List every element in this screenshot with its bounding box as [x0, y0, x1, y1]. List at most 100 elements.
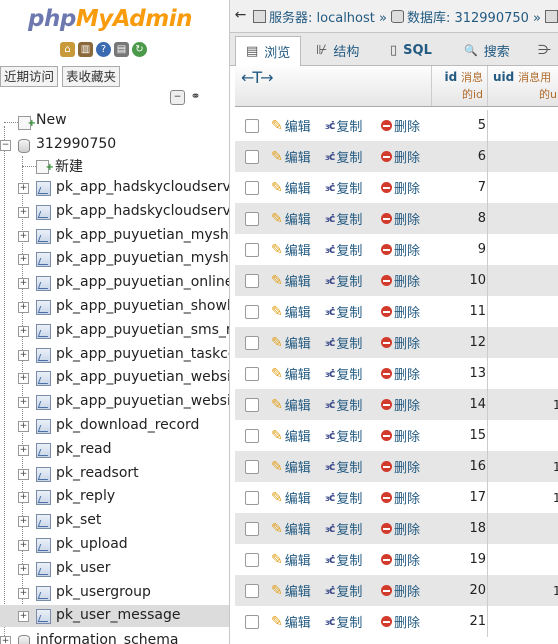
expand-icon[interactable]: +	[18, 278, 29, 290]
row-checkbox[interactable]	[245, 211, 259, 226]
row-checkbox[interactable]	[245, 552, 259, 567]
back-arrow-icon[interactable]: ←	[232, 5, 249, 27]
row-checkbox[interactable]	[245, 459, 259, 474]
copy-link[interactable]: ₃ċ 复制	[325, 333, 362, 352]
uid-column-header[interactable]: uid 消息用 的u	[493, 69, 557, 103]
tree-item-table[interactable]: + pk_user_message	[0, 605, 229, 628]
breadcrumb-database[interactable]: 数据库: 312990750 »	[390, 7, 541, 26]
edit-link[interactable]: ✎ 编辑	[271, 178, 311, 198]
copy-link[interactable]: ₃ċ 复制	[325, 271, 362, 290]
delete-link[interactable]: 删除	[381, 302, 420, 321]
tree-item-database[interactable]: − 312990750	[0, 134, 229, 156]
row-checkbox[interactable]	[245, 614, 259, 629]
expand-icon[interactable]: +	[18, 444, 29, 456]
copy-link[interactable]: ₃ċ 复制	[325, 116, 362, 135]
expand-icon[interactable]: +	[18, 468, 29, 480]
phpmyadmin-logo[interactable]: phpMyAdmin	[28, 6, 192, 32]
delete-link[interactable]: 删除	[381, 333, 420, 352]
copy-link[interactable]: ₃ċ 复制	[325, 178, 362, 197]
expand-icon[interactable]: +	[18, 516, 29, 528]
copy-link[interactable]: ₃ċ 复制	[325, 550, 362, 569]
expand-icon[interactable]: +	[18, 397, 29, 409]
row-checkbox[interactable]	[245, 180, 259, 195]
copy-link[interactable]: ₃ċ 复制	[325, 302, 362, 321]
docs-icon[interactable]: ▤	[114, 42, 129, 57]
expand-icon[interactable]: +	[18, 206, 29, 218]
tree-item-table[interactable]: + pk_app_hadskycloudserver_	[0, 177, 229, 199]
delete-link[interactable]: 删除	[381, 240, 420, 259]
edit-link[interactable]: ✎ 编辑	[271, 581, 311, 601]
copy-link[interactable]: ₃ċ 复制	[325, 519, 362, 538]
tree-item-table[interactable]: + pk_readsort	[0, 463, 229, 485]
column-arrows[interactable]: ←T→	[241, 68, 274, 87]
link-icon[interactable]: ⚭	[189, 90, 202, 103]
edit-link[interactable]: ✎ 编辑	[271, 271, 311, 291]
copy-link[interactable]: ₃ċ 复制	[325, 209, 362, 228]
tree-item-table[interactable]: + pk_read	[0, 439, 229, 461]
copy-link[interactable]: ₃ċ 复制	[325, 457, 362, 476]
expand-icon[interactable]: +	[18, 373, 29, 385]
expand-icon[interactable]: +	[18, 611, 29, 623]
tab-sql[interactable]: ▯ SQL	[380, 36, 442, 64]
edit-link[interactable]: ✎ 编辑	[271, 550, 311, 570]
row-checkbox[interactable]	[245, 273, 259, 288]
copy-link[interactable]: ₃ċ 复制	[325, 581, 362, 600]
tree-item-table[interactable]: + pk_upload	[0, 534, 229, 556]
delete-link[interactable]: 删除	[381, 271, 420, 290]
row-checkbox[interactable]	[245, 118, 259, 133]
delete-link[interactable]: 删除	[381, 488, 420, 507]
favorites-tab[interactable]: 表收藏夹	[62, 66, 121, 87]
row-checkbox[interactable]	[245, 397, 259, 412]
delete-link[interactable]: 删除	[381, 147, 420, 166]
edit-link[interactable]: ✎ 编辑	[271, 519, 311, 539]
delete-link[interactable]: 删除	[381, 395, 420, 414]
edit-link[interactable]: ✎ 编辑	[271, 116, 311, 136]
edit-link[interactable]: ✎ 编辑	[271, 488, 311, 508]
row-checkbox[interactable]	[245, 335, 259, 350]
tree-item-table[interactable]: + pk_app_puyuetian_sms_reco	[0, 320, 229, 342]
row-checkbox[interactable]	[245, 366, 259, 381]
help-icon[interactable]: ?	[96, 42, 111, 57]
tab-search[interactable]: 🔍 搜索	[454, 36, 520, 64]
breadcrumb-server[interactable]: 服务器: localhost »	[253, 7, 387, 26]
collapse-all-icon[interactable]: −	[170, 90, 185, 105]
tab-browse[interactable]: ▤ 浏览	[235, 36, 302, 66]
row-checkbox[interactable]	[245, 490, 259, 505]
expand-icon[interactable]: +	[18, 349, 29, 361]
delete-link[interactable]: 删除	[381, 116, 420, 135]
tree-item-table[interactable]: + pk_set	[0, 510, 229, 532]
tab-insert[interactable]: ⋺	[528, 36, 558, 64]
expand-icon[interactable]: +	[18, 563, 29, 575]
tree-item-new-table[interactable]: 新建	[0, 154, 229, 176]
edit-link[interactable]: ✎ 编辑	[271, 426, 311, 446]
home-icon[interactable]: ⌂	[60, 42, 75, 57]
tree-item-table[interactable]: + pk_reply	[0, 486, 229, 508]
id-column-header[interactable]: id 消息 的id	[435, 69, 483, 103]
expand-icon[interactable]: +	[18, 587, 29, 599]
recent-tab[interactable]: 近期访问	[0, 66, 59, 87]
tree-item-table[interactable]: + pk_usergroup	[0, 582, 229, 604]
expand-icon[interactable]: +	[18, 183, 29, 194]
copy-link[interactable]: ₃ċ 复制	[325, 426, 362, 445]
expand-icon[interactable]: +	[18, 254, 29, 266]
edit-link[interactable]: ✎ 编辑	[271, 147, 311, 167]
delete-link[interactable]: 删除	[381, 457, 420, 476]
edit-link[interactable]: ✎ 编辑	[271, 302, 311, 322]
delete-link[interactable]: 删除	[381, 612, 420, 631]
expand-icon[interactable]: +	[18, 421, 29, 432]
delete-link[interactable]: 删除	[381, 550, 420, 569]
tree-item-table[interactable]: + pk_user	[0, 558, 229, 580]
delete-link[interactable]: 删除	[381, 178, 420, 197]
expand-icon[interactable]: +	[18, 492, 29, 504]
copy-link[interactable]: ₃ċ 复制	[325, 488, 362, 507]
row-checkbox[interactable]	[245, 521, 259, 536]
tree-item-table[interactable]: + pk_app_puyuetian_websitep	[0, 367, 229, 389]
copy-link[interactable]: ₃ċ 复制	[325, 612, 362, 631]
tree-item-table[interactable]: + pk_app_puyuetian_showlink	[0, 296, 229, 318]
expand-icon[interactable]: +	[18, 302, 29, 313]
tree-item-information-schema[interactable]: + information_schema	[0, 628, 229, 644]
delete-link[interactable]: 删除	[381, 364, 420, 383]
tree-item-table[interactable]: + pk_app_hadskycloudserver_	[0, 201, 229, 223]
edit-link[interactable]: ✎ 编辑	[271, 457, 311, 477]
tab-structure[interactable]: ⊮ 结构	[306, 36, 369, 64]
